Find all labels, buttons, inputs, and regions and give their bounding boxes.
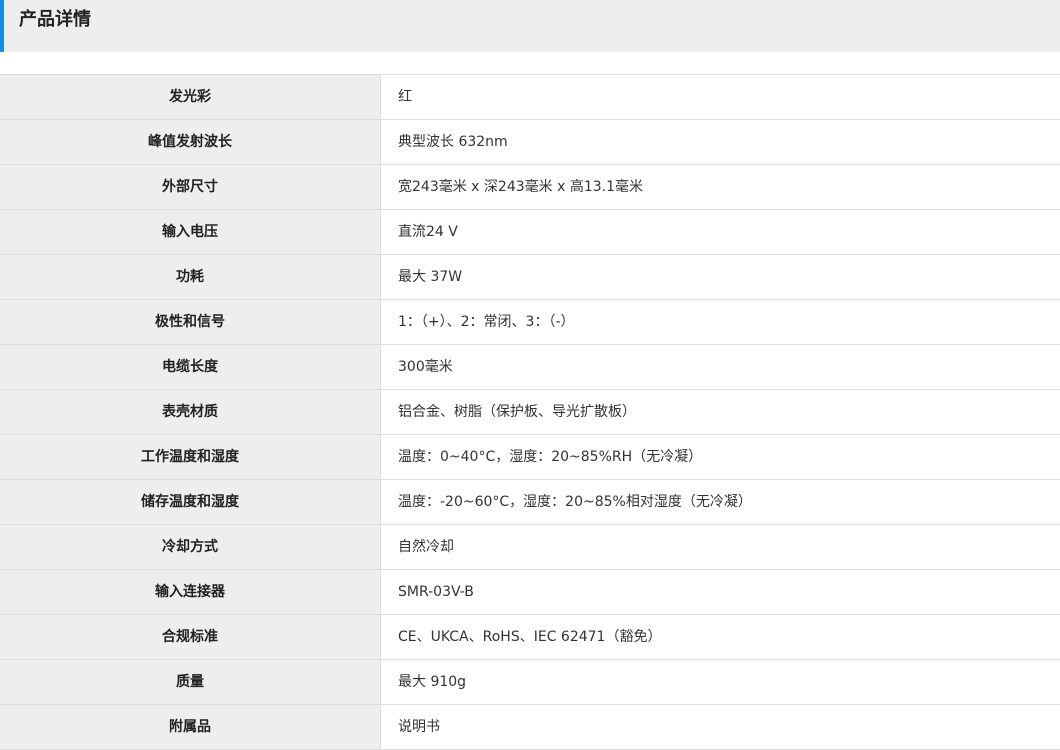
spec-row-case-material: 表壳材质 铝合金、树脂（保护板、导光扩散板）	[0, 390, 1060, 435]
spec-label: 工作温度和湿度	[0, 435, 381, 480]
spec-value: 宽243毫米 x 深243毫米 x 高13.1毫米	[381, 165, 1060, 210]
spec-value: 300毫米	[381, 345, 1060, 390]
spec-value: CE、UKCA、RoHS、IEC 62471（豁免）	[381, 615, 1060, 660]
spec-label: 功耗	[0, 255, 381, 300]
spec-value: 最大 37W	[381, 255, 1060, 300]
spec-value: 最大 910g	[381, 660, 1060, 705]
spec-value: SMR-03V-B	[381, 570, 1060, 615]
spec-value: 直流24 V	[381, 210, 1060, 255]
spec-value: 铝合金、树脂（保护板、导光扩散板）	[381, 390, 1060, 435]
spec-label: 极性和信号	[0, 300, 381, 345]
spec-row-accessories: 附属品 说明书	[0, 705, 1060, 750]
spec-value: 自然冷却	[381, 525, 1060, 570]
spec-label: 输入连接器	[0, 570, 381, 615]
spec-table: 发光彩 红 峰值发射波长 典型波长 632nm 外部尺寸 宽243毫米 x 深2…	[0, 74, 1060, 750]
spec-value: 典型波长 632nm	[381, 120, 1060, 165]
spec-row-compliance: 合规标准 CE、UKCA、RoHS、IEC 62471（豁免）	[0, 615, 1060, 660]
spec-label: 储存温度和湿度	[0, 480, 381, 525]
spec-label: 输入电压	[0, 210, 381, 255]
spec-label: 发光彩	[0, 75, 381, 120]
spec-row-color: 发光彩 红	[0, 75, 1060, 120]
spec-row-connector: 输入连接器 SMR-03V-B	[0, 570, 1060, 615]
spec-label: 电缆长度	[0, 345, 381, 390]
spec-row-weight: 质量 最大 910g	[0, 660, 1060, 705]
spec-label: 表壳材质	[0, 390, 381, 435]
spec-value: 说明书	[381, 705, 1060, 750]
spec-row-operating-env: 工作温度和湿度 温度：0~40°C，湿度：20~85%RH（无冷凝）	[0, 435, 1060, 480]
spec-value: 温度：-20~60°C，湿度：20~85%相对湿度（无冷凝）	[381, 480, 1060, 525]
spec-row-polarity: 极性和信号 1：（+）、2：常闭、3：（-）	[0, 300, 1060, 345]
spec-label: 质量	[0, 660, 381, 705]
spec-row-wavelength: 峰值发射波长 典型波长 632nm	[0, 120, 1060, 165]
spec-value: 1：（+）、2：常闭、3：（-）	[381, 300, 1060, 345]
spec-row-power: 功耗 最大 37W	[0, 255, 1060, 300]
spec-label: 附属品	[0, 705, 381, 750]
spec-label: 外部尺寸	[0, 165, 381, 210]
spec-row-dimensions: 外部尺寸 宽243毫米 x 深243毫米 x 高13.1毫米	[0, 165, 1060, 210]
spec-row-storage-env: 储存温度和湿度 温度：-20~60°C，湿度：20~85%相对湿度（无冷凝）	[0, 480, 1060, 525]
spec-value: 红	[381, 75, 1060, 120]
spec-row-cable-length: 电缆长度 300毫米	[0, 345, 1060, 390]
spec-label: 合规标准	[0, 615, 381, 660]
section-title: 产品详情	[19, 9, 91, 31]
spec-label: 峰值发射波长	[0, 120, 381, 165]
section-header: 产品详情	[0, 0, 1060, 52]
spec-label: 冷却方式	[0, 525, 381, 570]
spec-row-input-voltage: 输入电压 直流24 V	[0, 210, 1060, 255]
spec-value: 温度：0~40°C，湿度：20~85%RH（无冷凝）	[381, 435, 1060, 480]
spec-row-cooling: 冷却方式 自然冷却	[0, 525, 1060, 570]
